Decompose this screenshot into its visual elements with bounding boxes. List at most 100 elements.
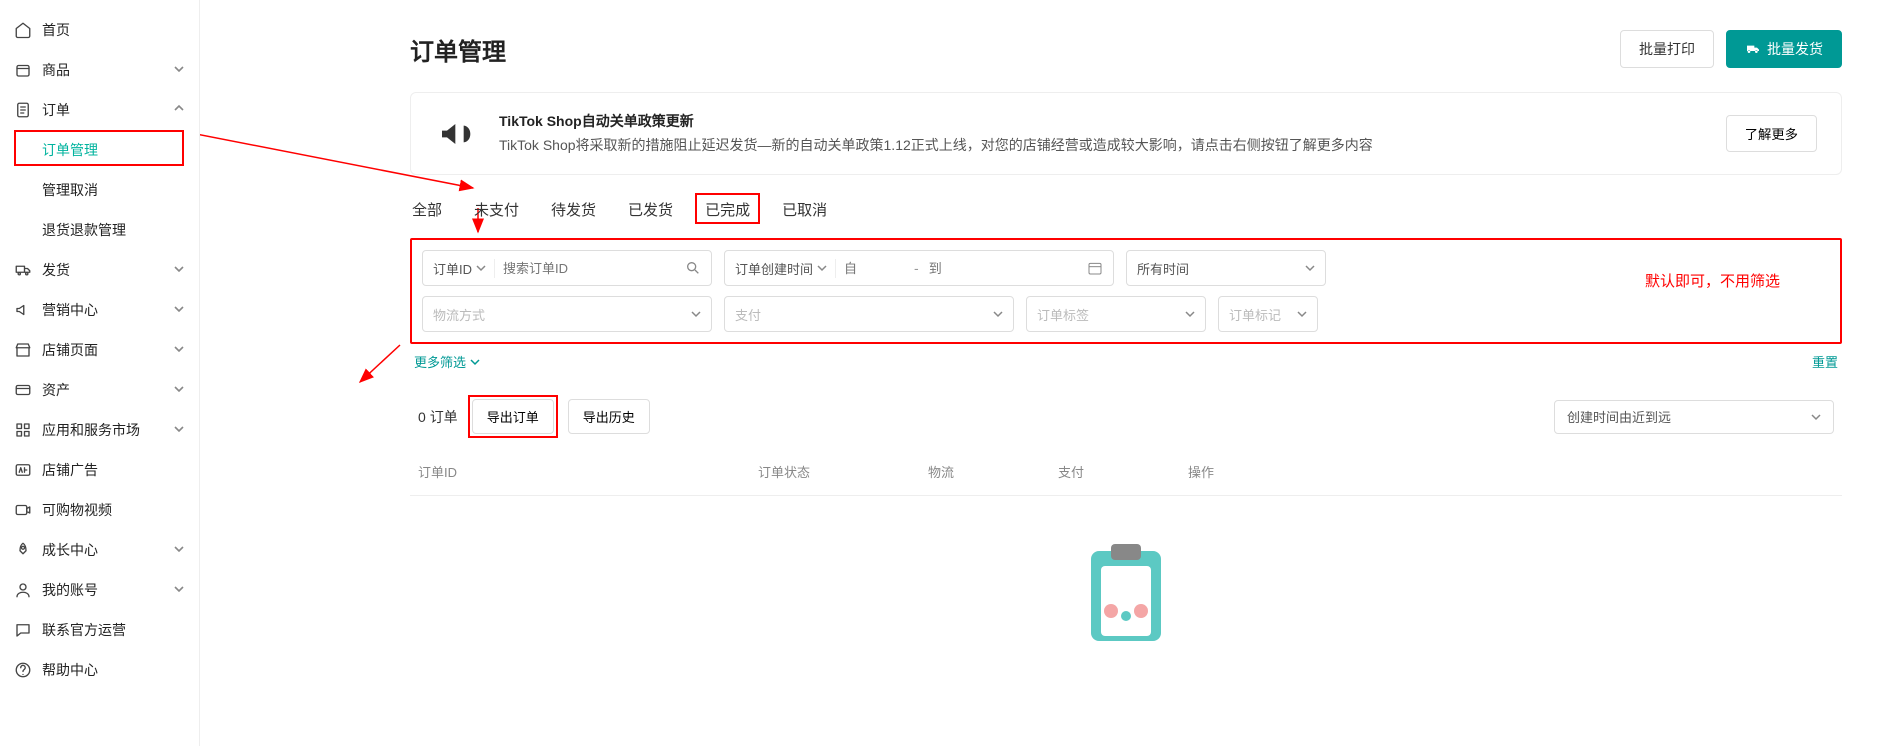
- order-tabs: 全部未支付待发货已发货已完成已取消: [410, 199, 1842, 220]
- col-order-id: 订单ID: [418, 462, 758, 481]
- sidebar-item-11[interactable]: 我的账号: [0, 570, 199, 610]
- batch-ship-button[interactable]: 批量发货: [1726, 30, 1842, 68]
- order-count: 0 订单: [418, 407, 458, 427]
- calendar-icon: [1087, 260, 1103, 276]
- search-input[interactable]: [503, 261, 685, 276]
- notice-text: TikTok Shop将采取新的措施阻止延迟发货—新的自动关单政策1.12正式上…: [499, 135, 1706, 156]
- tab-5[interactable]: 已取消: [780, 196, 829, 225]
- sidebar-sub-2-2[interactable]: 退货退款管理: [42, 210, 199, 250]
- chevron-down-icon: [173, 384, 185, 396]
- tab-2[interactable]: 待发货: [549, 196, 598, 225]
- chevron-down-icon: [1305, 263, 1315, 273]
- annotation-default: 默认即可，不用筛选: [1645, 270, 1780, 291]
- payment-select[interactable]: 支付: [724, 296, 1014, 332]
- sort-select[interactable]: 创建时间由近到远: [1554, 400, 1834, 434]
- filter-panel: 默认即可，不用筛选 订单ID 订单创建时间 -: [410, 238, 1842, 344]
- sidebar-item-6[interactable]: 资产: [0, 370, 199, 410]
- sidebar-item-5[interactable]: 店铺页面: [0, 330, 199, 370]
- chevron-down-icon: [1811, 412, 1821, 422]
- sidebar-item-7[interactable]: 应用和服务市场: [0, 410, 199, 450]
- result-bar: 0 订单 导出订单 导出历史 创建时间由近到远: [410, 385, 1842, 448]
- sidebar-item-12[interactable]: 联系官方运营: [0, 610, 199, 650]
- tab-3[interactable]: 已发货: [626, 196, 675, 225]
- search-type-selector[interactable]: 订单ID: [433, 259, 495, 278]
- export-orders-button[interactable]: 导出订单: [472, 399, 554, 434]
- truck-icon: [14, 261, 32, 279]
- tab-1[interactable]: 未支付: [472, 196, 521, 225]
- batch-print-button[interactable]: 批量打印: [1620, 30, 1714, 68]
- sidebar-item-label: 应用和服务市场: [42, 420, 173, 440]
- sidebar-item-10[interactable]: 成长中心: [0, 530, 199, 570]
- notice-title: TikTok Shop自动关单政策更新: [499, 111, 1706, 131]
- date-range-input[interactable]: 订单创建时间 -: [724, 250, 1114, 286]
- sidebar-item-3[interactable]: 发货: [0, 250, 199, 290]
- sidebar-item-label: 发货: [42, 260, 173, 280]
- shipping-method-select[interactable]: 物流方式: [422, 296, 712, 332]
- date-from-input[interactable]: [844, 261, 904, 276]
- sidebar-item-2[interactable]: 订单: [0, 90, 199, 130]
- order-mark-select[interactable]: 订单标记: [1218, 296, 1318, 332]
- ad-icon: [14, 461, 32, 479]
- box-icon: [14, 61, 32, 79]
- chevron-down-icon: [1185, 309, 1195, 319]
- sidebar-sub-2-1[interactable]: 管理取消: [42, 170, 199, 210]
- chevron-down-icon: [173, 304, 185, 316]
- store-icon: [14, 341, 32, 359]
- home-icon: [14, 21, 32, 39]
- sidebar-item-label: 订单: [42, 100, 173, 120]
- megaphone-icon: [435, 112, 479, 156]
- export-history-button[interactable]: 导出历史: [568, 399, 650, 434]
- sidebar-item-9[interactable]: 可购物视频: [0, 490, 199, 530]
- main-content: 订单管理 批量打印 批量发货 TikTok Shop自动关单政策更新 TikTo…: [200, 0, 1890, 746]
- sidebar-item-label: 我的账号: [42, 580, 173, 600]
- reset-filter-button[interactable]: 重置: [1812, 352, 1838, 371]
- tab-0[interactable]: 全部: [410, 196, 444, 225]
- chevron-down-icon: [476, 263, 486, 273]
- more-filter-toggle[interactable]: 更多筛选: [414, 352, 480, 371]
- sidebar-item-label: 联系官方运营: [42, 620, 185, 640]
- help-icon: [14, 661, 32, 679]
- chevron-down-icon: [993, 309, 1003, 319]
- learn-more-button[interactable]: 了解更多: [1726, 115, 1817, 152]
- col-action: 操作: [1188, 462, 1834, 481]
- sidebar-item-label: 店铺页面: [42, 340, 173, 360]
- date-to-input[interactable]: [929, 261, 989, 276]
- file-icon: [14, 101, 32, 119]
- sidebar-item-13[interactable]: 帮助中心: [0, 650, 199, 690]
- sidebar-item-4[interactable]: 营销中心: [0, 290, 199, 330]
- chevron-down-icon: [691, 309, 701, 319]
- chevron-down-icon: [817, 263, 827, 273]
- sidebar-item-0[interactable]: 首页: [0, 10, 199, 50]
- sidebar-item-label: 营销中心: [42, 300, 173, 320]
- chevron-down-icon: [173, 424, 185, 436]
- sidebar-item-label: 可购物视频: [42, 500, 185, 520]
- sidebar-item-label: 首页: [42, 20, 185, 40]
- chat-icon: [14, 621, 32, 639]
- col-payment: 支付: [1058, 462, 1188, 481]
- order-tag-select[interactable]: 订单标签: [1026, 296, 1206, 332]
- empty-state: [410, 496, 1842, 656]
- user-icon: [14, 581, 32, 599]
- sidebar-item-1[interactable]: 商品: [0, 50, 199, 90]
- sidebar-item-label: 资产: [42, 380, 173, 400]
- chevron-down-icon: [1297, 309, 1307, 319]
- chevron-down-icon: [173, 584, 185, 596]
- chevron-down-icon: [173, 344, 185, 356]
- video-icon: [14, 501, 32, 519]
- sidebar-item-label: 帮助中心: [42, 660, 185, 680]
- col-status: 订单状态: [758, 462, 928, 481]
- search-order-input[interactable]: 订单ID: [422, 250, 712, 286]
- chevron-down-icon: [470, 357, 480, 367]
- grid-icon: [14, 421, 32, 439]
- table-header: 订单ID 订单状态 物流 支付 操作: [410, 448, 1842, 496]
- search-icon[interactable]: [685, 260, 701, 276]
- rocket-icon: [14, 541, 32, 559]
- chevron-up-icon: [173, 104, 185, 116]
- sidebar-item-8[interactable]: 店铺广告: [0, 450, 199, 490]
- tab-4[interactable]: 已完成: [703, 196, 752, 225]
- time-range-select[interactable]: 所有时间: [1126, 250, 1326, 286]
- chevron-down-icon: [173, 544, 185, 556]
- clipboard-icon: [1056, 536, 1196, 656]
- policy-notice: TikTok Shop自动关单政策更新 TikTok Shop将采取新的措施阻止…: [410, 92, 1842, 175]
- sidebar-sub-2-0[interactable]: 订单管理: [42, 130, 199, 170]
